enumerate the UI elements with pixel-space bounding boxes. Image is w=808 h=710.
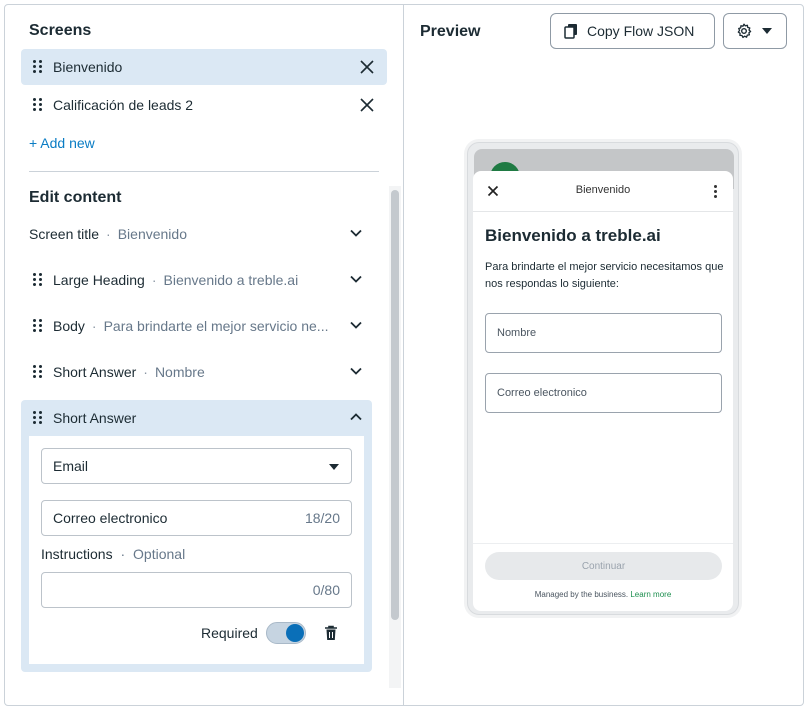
phone-preview: Bienvenido Bienvenido a treble.ai Para b… xyxy=(467,142,739,615)
row-value: Bienvenido a treble.ai xyxy=(163,272,299,288)
panel-divider xyxy=(403,5,404,705)
drag-handle-icon[interactable] xyxy=(33,273,43,287)
close-icon[interactable] xyxy=(359,97,375,113)
copy-icon xyxy=(564,24,577,39)
flow-sheet: Bienvenido Bienvenido a treble.ai Para b… xyxy=(473,171,733,611)
drag-handle-icon[interactable] xyxy=(33,319,43,333)
input-type-select[interactable]: Email xyxy=(41,448,352,484)
chevron-up-icon[interactable] xyxy=(350,413,362,421)
drag-handle-icon[interactable] xyxy=(33,411,43,425)
dropdown-arrow-icon xyxy=(329,464,339,470)
screen-item-bienvenido[interactable]: Bienvenido xyxy=(21,49,387,85)
row-value: Nombre xyxy=(154,364,205,380)
label-input[interactable]: Correo electronico 18/20 xyxy=(41,500,352,536)
row-label: Body xyxy=(53,318,85,334)
trash-icon[interactable] xyxy=(324,625,338,641)
row-separator: · xyxy=(106,226,111,242)
required-toggle[interactable] xyxy=(266,622,306,644)
preview-input-nombre[interactable]: Nombre xyxy=(485,313,722,353)
add-new-screen-link[interactable]: + Add new xyxy=(29,135,95,151)
short-answer-header[interactable]: Short Answer xyxy=(21,400,372,436)
copy-flow-json-button[interactable]: Copy Flow JSON xyxy=(550,13,715,49)
managed-by-text: Managed by the business. Learn more xyxy=(473,590,733,599)
instructions-text: Instructions xyxy=(41,546,113,562)
sheet-header: Bienvenido xyxy=(473,171,733,212)
required-label: Required xyxy=(201,625,258,641)
chevron-down-icon[interactable] xyxy=(350,367,362,375)
continuar-button[interactable]: Continuar xyxy=(485,552,722,580)
copy-button-label: Copy Flow JSON xyxy=(587,23,695,39)
short-answer-expanded-panel: Short Answer Email Correo electronico 18… xyxy=(21,400,372,672)
char-count: 18/20 xyxy=(304,510,340,526)
row-separator: · xyxy=(151,272,157,288)
select-value: Email xyxy=(53,458,89,474)
sheet-title: Bienvenido xyxy=(575,184,631,196)
preview-heading: Bienvenido a treble.ai xyxy=(485,226,661,245)
settings-dropdown-button[interactable] xyxy=(723,13,787,49)
row-value: Bienvenido xyxy=(117,226,187,242)
row-screen-title[interactable]: Screen title · Bienvenido xyxy=(21,216,372,252)
instructions-input[interactable]: 0/80 xyxy=(41,572,352,608)
chevron-down-icon[interactable] xyxy=(350,321,362,329)
row-separator: · xyxy=(143,364,148,380)
screens-title: Screens xyxy=(29,22,92,39)
short-answer-editor: Email Correo electronico 18/20 Instructi… xyxy=(29,436,364,664)
row-label: Screen title xyxy=(29,226,100,242)
row-label: Short Answer xyxy=(53,364,137,380)
char-count: 0/80 xyxy=(312,582,340,598)
screen-item-label: Bienvenido xyxy=(53,59,123,75)
preview-title: Preview xyxy=(420,23,481,40)
footer-divider xyxy=(473,543,733,544)
row-separator: · xyxy=(91,318,97,334)
preview-body: Para brindarte el mejor servicio necesit… xyxy=(485,261,724,290)
screen-item-label: Calificación de leads 2 xyxy=(53,97,194,113)
gear-icon xyxy=(737,23,752,39)
row-label: Large Heading xyxy=(53,272,145,288)
row-value: Para brindarte el mejor servicio ne... xyxy=(103,318,329,334)
row-body[interactable]: Body · Para brindarte el mejor servicio … xyxy=(21,308,372,344)
instructions-separator: · xyxy=(120,546,126,562)
edit-content-title: Edit content xyxy=(29,189,122,206)
toggle-knob xyxy=(286,624,304,642)
row-label: Short Answer xyxy=(53,410,137,426)
instructions-label: Instructions · Optional xyxy=(41,546,185,562)
row-large-heading[interactable]: Large Heading · Bienvenido a treble.ai xyxy=(21,262,372,298)
drag-handle-icon[interactable] xyxy=(33,98,43,112)
chevron-down-icon[interactable] xyxy=(350,229,362,237)
close-icon[interactable] xyxy=(359,59,375,75)
more-vertical-icon[interactable] xyxy=(714,185,717,198)
chevron-down-icon[interactable] xyxy=(350,275,362,283)
scrollbar-thumb[interactable] xyxy=(391,190,399,620)
drag-handle-icon[interactable] xyxy=(33,365,43,379)
caret-down-icon xyxy=(762,28,772,34)
drag-handle-icon[interactable] xyxy=(33,60,43,74)
optional-text: Optional xyxy=(133,546,186,562)
screen-item-calificacion[interactable]: Calificación de leads 2 xyxy=(21,87,387,123)
preview-input-email[interactable]: Correo electronico xyxy=(485,373,722,413)
learn-more-link[interactable]: Learn more xyxy=(630,590,671,599)
section-divider xyxy=(29,171,379,172)
label-input-value: Correo electronico xyxy=(53,510,168,526)
managed-text: Managed by the business. xyxy=(534,590,629,599)
row-short-answer-nombre[interactable]: Short Answer · Nombre xyxy=(21,354,372,390)
